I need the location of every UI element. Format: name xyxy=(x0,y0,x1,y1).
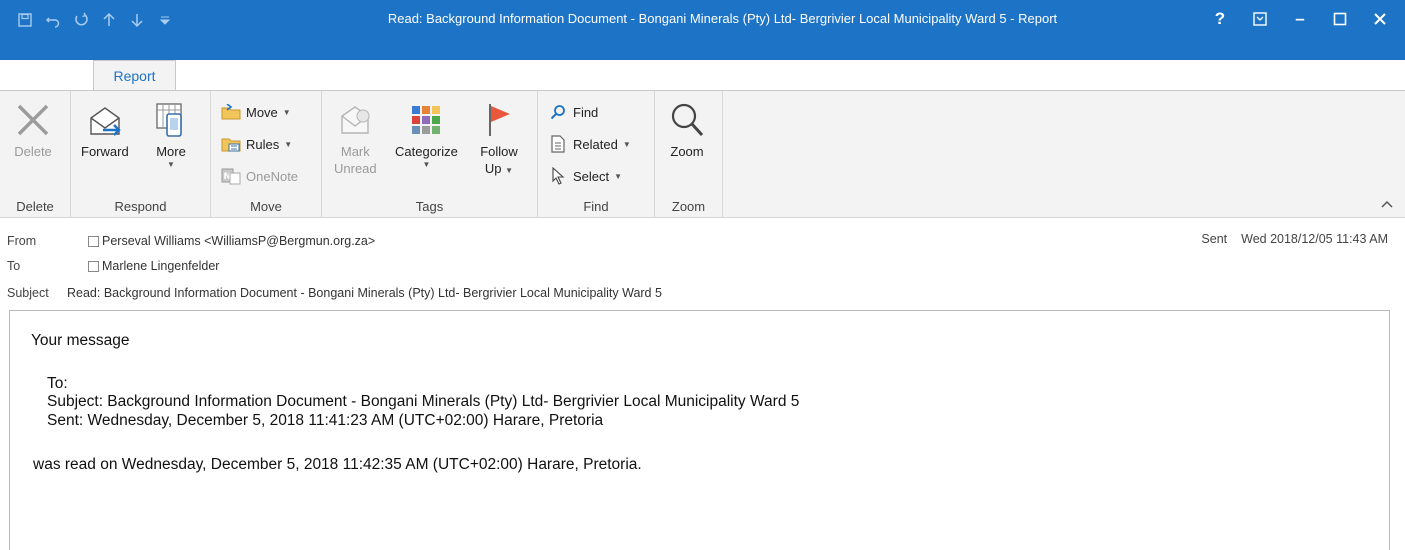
zoom-button[interactable]: Zoom xyxy=(667,97,707,160)
zoom-label: Zoom xyxy=(670,144,704,159)
sent-row: Sent Wed 2018/12/05 11:43 AM xyxy=(1201,232,1388,246)
mark-unread-label-1: Mark xyxy=(340,144,370,159)
follow-up-label-2: Up ▼ xyxy=(484,161,514,176)
group-delete: Delete Delete xyxy=(0,91,71,217)
close-icon[interactable] xyxy=(1363,6,1397,32)
from-value[interactable]: Perseval Williams <WilliamsP@Bergmun.org… xyxy=(102,234,375,248)
maximize-icon[interactable] xyxy=(1323,6,1357,32)
delete-label: Delete xyxy=(14,144,52,159)
group-label-find: Find xyxy=(583,199,609,214)
group-label-tags: Tags xyxy=(415,199,444,214)
mark-unread-icon xyxy=(335,97,375,143)
related-document-icon xyxy=(548,135,568,153)
group-label-zoom: Zoom xyxy=(671,199,706,214)
categorize-button[interactable]: Categorize ▼ xyxy=(395,97,458,169)
chevron-down-icon: ▼ xyxy=(422,160,431,169)
categorize-icon xyxy=(406,97,446,143)
categorize-label: Categorize xyxy=(395,144,458,159)
from-row: From Perseval Williams <WilliamsP@Bergmu… xyxy=(0,231,375,251)
subject-label: Subject xyxy=(7,286,49,300)
group-respond: Forward More ▼ Respond xyxy=(71,91,211,217)
onenote-label: OneNote xyxy=(246,168,299,184)
ribbon-display-icon[interactable] xyxy=(1243,6,1277,32)
title-bar: Read: Background Information Document - … xyxy=(0,0,1405,60)
forward-label: Forward xyxy=(81,144,129,159)
delete-button[interactable]: Delete xyxy=(13,97,53,160)
more-respond-button[interactable]: More ▼ xyxy=(151,97,191,169)
more-respond-icon xyxy=(151,97,191,143)
find-label: Find xyxy=(573,104,599,120)
find-button[interactable]: Find xyxy=(548,101,598,123)
chevron-down-icon: ▼ xyxy=(614,171,623,181)
move-button[interactable]: Move ▼ xyxy=(221,101,291,123)
chevron-down-icon: ▼ xyxy=(284,139,293,149)
minimize-icon[interactable]: – xyxy=(1283,6,1317,32)
follow-up-button[interactable]: Follow Up ▼ xyxy=(479,97,519,179)
to-contact-checkbox[interactable] xyxy=(88,260,99,272)
group-move: Move ▼ Rules ▼ N OneNote Move xyxy=(211,91,322,217)
tab-file[interactable]: File xyxy=(18,62,41,90)
chevron-down-icon: ▼ xyxy=(622,139,631,149)
body-read-line: was read on Wednesday, December 5, 2018 … xyxy=(33,456,642,473)
body-to-line: To: xyxy=(47,375,68,392)
flag-icon xyxy=(479,97,519,143)
rules-icon xyxy=(221,135,241,153)
to-value[interactable]: Marlene Lingenfelder xyxy=(102,259,219,273)
onenote-icon: N xyxy=(221,167,241,185)
subject-row: Subject Read: Background Information Doc… xyxy=(0,283,662,303)
sent-value: Wed 2018/12/05 11:43 AM xyxy=(1241,232,1388,246)
body-your-message: Your message xyxy=(31,332,130,349)
body-sent-line: Sent: Wednesday, December 5, 2018 11:41:… xyxy=(47,412,604,429)
more-respond-label: More xyxy=(156,144,186,159)
ribbon: Delete Delete Forward More ▼ Respond Mov… xyxy=(0,90,1405,218)
cursor-icon xyxy=(548,167,568,185)
to-row: To Marlene Lingenfelder xyxy=(0,256,219,276)
search-icon xyxy=(548,103,568,121)
from-contact-checkbox[interactable] xyxy=(88,235,99,247)
help-icon[interactable]: ? xyxy=(1203,6,1237,32)
body-subject-line: Subject: Background Information Document… xyxy=(47,393,800,410)
move-folder-icon xyxy=(221,103,241,121)
select-label: Select xyxy=(573,168,610,184)
message-body[interactable]: Your message To: Subject: Background Inf… xyxy=(9,310,1390,550)
group-label-delete: Delete xyxy=(16,199,54,214)
to-label: To xyxy=(7,259,21,273)
onenote-button[interactable]: N OneNote xyxy=(221,165,298,187)
related-label: Related xyxy=(573,136,618,152)
mark-unread-button[interactable]: Mark Unread xyxy=(334,97,377,177)
collapse-ribbon-icon[interactable] xyxy=(1381,197,1393,211)
delete-x-icon xyxy=(13,97,53,143)
forward-icon xyxy=(85,97,125,143)
mark-unread-label-2: Unread xyxy=(334,161,377,176)
rules-button[interactable]: Rules ▼ xyxy=(221,133,292,155)
sent-label: Sent xyxy=(1201,232,1228,246)
chevron-down-icon: ▼ xyxy=(167,160,175,169)
subject-value: Read: Background Information Document - … xyxy=(67,286,662,300)
move-label: Move xyxy=(246,104,278,120)
group-label-move: Move xyxy=(250,199,282,214)
magnifier-icon xyxy=(667,97,707,143)
select-button[interactable]: Select ▼ xyxy=(548,165,622,187)
group-find: Find Related ▼ Select ▼ Find xyxy=(538,91,655,217)
related-button[interactable]: Related ▼ xyxy=(548,133,631,155)
window-title: Read: Background Information Document - … xyxy=(387,11,1058,26)
follow-up-label-1: Follow xyxy=(480,144,518,159)
group-label-respond: Respond xyxy=(114,199,167,214)
group-tags: Mark Unread Categorize ▼ Follow Up ▼ Tag… xyxy=(322,91,538,217)
tab-report[interactable]: Report xyxy=(93,60,176,91)
chevron-down-icon: ▼ xyxy=(282,107,291,117)
window-controls: ? – xyxy=(1203,6,1397,32)
rules-label: Rules xyxy=(246,136,280,152)
from-label: From xyxy=(7,234,37,248)
group-zoom: Zoom Zoom xyxy=(655,91,723,217)
forward-button[interactable]: Forward xyxy=(81,97,129,160)
